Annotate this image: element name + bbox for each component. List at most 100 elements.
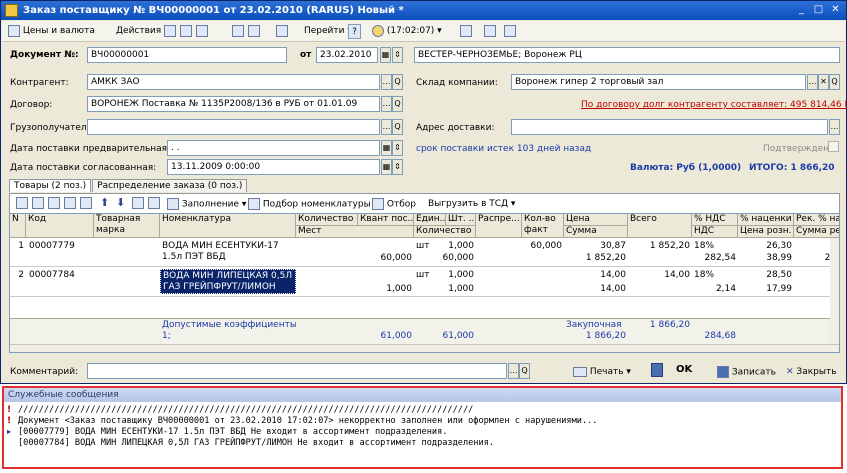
row2-qty2[interactable]: 1,000 bbox=[414, 284, 476, 295]
row1-qty2[interactable]: 60,000 bbox=[414, 253, 476, 264]
pick-button[interactable]: Подбор номенклатуры bbox=[248, 198, 371, 211]
row1-markup[interactable]: 26,30 bbox=[738, 241, 794, 252]
col-markup[interactable]: % наценки bbox=[738, 214, 794, 226]
row2-pcs[interactable]: 1,000 bbox=[446, 270, 476, 281]
delete-row-icon[interactable] bbox=[64, 197, 76, 209]
row1-fact[interactable]: 60,000 bbox=[522, 241, 564, 252]
row1-vat[interactable]: 282,54 bbox=[692, 253, 738, 264]
message-line[interactable]: ////////////////////////////////////////… bbox=[18, 405, 473, 416]
row1-pcs[interactable]: 1,000 bbox=[446, 241, 476, 252]
close-button[interactable]: ✕ Закрыть bbox=[786, 366, 837, 378]
row2-n[interactable]: 2 bbox=[10, 270, 26, 281]
tab-distribution[interactable]: Распределение заказа (0 поз.) bbox=[92, 179, 248, 192]
tab-goods[interactable]: Товары (2 поз.) bbox=[9, 179, 92, 192]
address-select-icon[interactable]: … bbox=[829, 119, 840, 135]
agreed-spin-icon[interactable]: ⇕ bbox=[392, 159, 403, 175]
goods-table[interactable]: N Код Товарная марка Номенклатура Количе… bbox=[9, 213, 840, 353]
based-on-icon[interactable] bbox=[274, 24, 290, 39]
row1-qty[interactable]: 60,000 bbox=[296, 253, 414, 264]
vertical-scrollbar[interactable] bbox=[830, 238, 839, 344]
col-places[interactable]: Мест bbox=[296, 226, 414, 238]
help-button[interactable]: ? bbox=[348, 24, 361, 39]
export-menu[interactable]: Выгрузить в ТСД ▾ bbox=[428, 198, 515, 210]
row2-markup[interactable]: 28,50 bbox=[738, 270, 794, 281]
col-pcs[interactable]: Шт. ... bbox=[446, 214, 476, 226]
warehouse-clear-icon[interactable]: ✕ bbox=[818, 74, 829, 90]
comment-open-icon[interactable]: Q bbox=[519, 363, 530, 379]
row1-n[interactable]: 1 bbox=[10, 241, 26, 252]
message-line[interactable]: Документ <Заказ поставщику ВЧ00000001 от… bbox=[18, 416, 597, 427]
col-vat[interactable]: НДС bbox=[692, 226, 738, 238]
col-qty[interactable]: Количество ... bbox=[296, 214, 358, 226]
row2-price[interactable]: 14,00 bbox=[564, 270, 628, 281]
col-n[interactable]: N bbox=[10, 214, 26, 238]
col-fact[interactable]: Кол-во факт bbox=[522, 214, 564, 238]
row1-total[interactable]: 1 852,20 bbox=[628, 241, 692, 252]
consignee-select-icon[interactable]: … bbox=[381, 119, 392, 135]
goto-menu[interactable]: Перейти ▾ bbox=[302, 24, 354, 39]
comment-field[interactable] bbox=[87, 363, 507, 379]
row2-vat-pct[interactable]: 18% bbox=[694, 270, 738, 281]
contract-select-icon[interactable]: … bbox=[381, 96, 392, 112]
col-sum[interactable]: Сумма bbox=[564, 226, 628, 238]
filter-button[interactable]: Отбор bbox=[372, 198, 416, 211]
confirmed-checkbox[interactable] bbox=[828, 141, 839, 152]
date-spin-icon[interactable]: ⇕ bbox=[392, 47, 403, 63]
warehouse-select-icon[interactable]: … bbox=[807, 74, 818, 90]
col-price[interactable]: Цена bbox=[564, 214, 628, 226]
row1-code[interactable]: 00007779 bbox=[29, 241, 93, 252]
comment-select-icon[interactable]: … bbox=[508, 363, 519, 379]
prices-currency-button[interactable]: Цены и валюта bbox=[6, 24, 97, 39]
col-rec-sum[interactable]: Сумма ре bbox=[794, 226, 839, 238]
warehouse-open-icon[interactable]: Q bbox=[829, 74, 840, 90]
col-qty2[interactable]: Количество bbox=[414, 226, 476, 238]
move-down-icon[interactable]: ⬇ bbox=[116, 196, 125, 209]
col-unit[interactable]: Един... bbox=[414, 214, 446, 226]
row2-vat[interactable]: 2,14 bbox=[692, 284, 738, 295]
col-total[interactable]: Всего bbox=[628, 214, 692, 238]
save-disk-icon[interactable] bbox=[651, 363, 663, 377]
row1-retail[interactable]: 38,99 bbox=[738, 253, 794, 264]
maximize-button[interactable]: □ bbox=[811, 3, 826, 17]
message-line[interactable]: [00007784] ВОДА МИН ЛИПЕЦКАЯ 0,5Л ГАЗ ГР… bbox=[18, 438, 494, 449]
print-menu[interactable]: Печать ▾ bbox=[573, 366, 631, 378]
row2-sum[interactable]: 14,00 bbox=[564, 284, 628, 295]
copy-row-icon[interactable] bbox=[32, 197, 44, 209]
row1-vat-pct[interactable]: 18% bbox=[694, 241, 738, 252]
arrow-left-icon[interactable] bbox=[162, 24, 178, 39]
org-field[interactable]: ВЕСТЕР-ЧЕРНОЗЕМЬЕ; Воронеж РЦ bbox=[414, 47, 840, 63]
warehouse-field[interactable]: Воронеж гипер 2 торговый зал bbox=[511, 74, 806, 90]
hierarchy-icon[interactable] bbox=[482, 24, 498, 39]
calendar-icon[interactable]: ▦ bbox=[380, 47, 391, 63]
row1-unit[interactable]: шт bbox=[416, 241, 446, 252]
save-button[interactable]: Записать bbox=[717, 366, 776, 379]
sort-asc-icon[interactable] bbox=[132, 197, 144, 209]
agreed-date-field[interactable]: 13.11.2009 0:00:00 bbox=[167, 159, 380, 175]
contragent-field[interactable]: АМКК ЗАО bbox=[87, 74, 380, 90]
col-name[interactable]: Номенклатура bbox=[160, 214, 296, 238]
address-field[interactable] bbox=[511, 119, 828, 135]
col-vat-pct[interactable]: % НДС bbox=[692, 214, 738, 226]
add-row-icon[interactable] bbox=[16, 197, 28, 209]
horizontal-scrollbar[interactable] bbox=[10, 344, 839, 352]
row2-total[interactable]: 14,00 bbox=[628, 270, 692, 281]
col-retail[interactable]: Цена розн. bbox=[738, 226, 794, 238]
sort-icon[interactable] bbox=[458, 24, 474, 39]
col-code[interactable]: Код bbox=[26, 214, 94, 238]
movements-icon[interactable] bbox=[246, 24, 262, 39]
move-up-icon[interactable]: ⬆ bbox=[100, 196, 109, 209]
structure-icon[interactable] bbox=[230, 24, 246, 39]
ok-button[interactable]: OK bbox=[676, 364, 692, 376]
row2-retail[interactable]: 17,99 bbox=[738, 284, 794, 295]
minimize-button[interactable]: _ bbox=[794, 3, 809, 17]
currency-text[interactable]: Валюта: Руб (1,0000) bbox=[630, 162, 741, 174]
edit-row-icon[interactable] bbox=[48, 197, 60, 209]
prelim-calendar-icon[interactable]: ▦ bbox=[381, 140, 392, 156]
close-window-button[interactable]: ✕ bbox=[828, 3, 843, 17]
row1-name[interactable]: ВОДА МИН ЕСЕНТУКИ-17 1.5л ПЭТ ВБД bbox=[162, 241, 294, 263]
end-edit-icon[interactable] bbox=[80, 197, 92, 209]
message-line[interactable]: [00007779] ВОДА МИН ЕСЕНТУКИ-17 1.5л ПЭТ… bbox=[18, 427, 447, 438]
row2-code[interactable]: 00007784 bbox=[29, 270, 93, 281]
list-icon[interactable] bbox=[502, 24, 518, 39]
fill-menu[interactable]: Заполнение ▾ bbox=[167, 198, 246, 211]
